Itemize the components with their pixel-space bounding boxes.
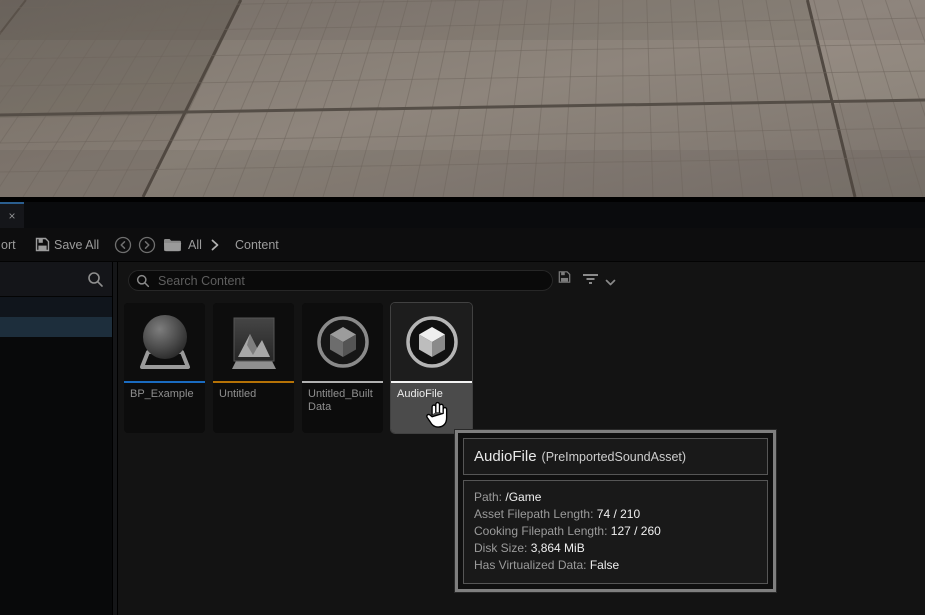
chevron-down-icon[interactable] bbox=[605, 274, 616, 292]
content-browser-tab[interactable]: × bbox=[0, 202, 24, 228]
breadcrumb-all[interactable]: All bbox=[188, 228, 202, 261]
folder-tree-row-selected[interactable] bbox=[0, 317, 112, 337]
search-icon[interactable] bbox=[87, 271, 104, 293]
save-all-icon bbox=[35, 228, 50, 261]
sources-panel-header bbox=[0, 262, 112, 297]
asset-tile-untitled[interactable]: Untitled bbox=[213, 303, 294, 433]
tooltip-row-asset-filepath: Asset Filepath Length: 74 / 210 bbox=[474, 506, 757, 523]
chevron-right-icon bbox=[210, 228, 220, 261]
asset-thumbnail bbox=[302, 303, 383, 381]
asset-thumbnail bbox=[391, 303, 472, 381]
asset-label: Untitled bbox=[213, 383, 294, 433]
folder-icon bbox=[163, 228, 182, 261]
asset-tile-bp-example[interactable]: BP_Example bbox=[124, 303, 205, 433]
search-content-input[interactable] bbox=[156, 273, 545, 289]
level-viewport[interactable] bbox=[0, 0, 925, 197]
tooltip-row-virtualized: Has Virtualized Data: False bbox=[474, 557, 757, 574]
save-all-button[interactable]: Save All bbox=[54, 228, 99, 261]
search-content-bar[interactable] bbox=[128, 270, 553, 291]
content-browser-tab-bar: × bbox=[0, 202, 925, 228]
asset-thumbnail bbox=[124, 303, 205, 381]
asset-tile-built-data[interactable]: Untitled_Built Data bbox=[302, 303, 383, 433]
level-icon bbox=[226, 312, 282, 372]
blueprint-sphere-icon bbox=[136, 311, 194, 373]
folder-tree-row[interactable] bbox=[0, 297, 112, 317]
filter-icon[interactable] bbox=[582, 272, 599, 290]
forward-button[interactable] bbox=[138, 228, 156, 261]
hand-cursor bbox=[423, 398, 453, 435]
data-asset-icon bbox=[315, 314, 371, 370]
breadcrumb-content[interactable]: Content bbox=[235, 228, 279, 261]
tooltip-asset-class: (PreImportedSoundAsset) bbox=[542, 450, 687, 464]
asset-label: BP_Example bbox=[124, 383, 205, 433]
tooltip-asset-name: AudioFile bbox=[474, 448, 537, 465]
tooltip-row-path: Path: /Game bbox=[474, 489, 757, 506]
import-button-clipped[interactable]: ort bbox=[1, 228, 16, 261]
tooltip-row-disk-size: Disk Size: 3,864 MiB bbox=[474, 540, 757, 557]
data-asset-icon bbox=[404, 314, 460, 370]
sources-panel bbox=[0, 262, 112, 615]
tooltip-details: Path: /Game Asset Filepath Length: 74 / … bbox=[463, 480, 768, 584]
tooltip-row-cooking-filepath: Cooking Filepath Length: 127 / 260 bbox=[474, 523, 757, 540]
close-icon[interactable]: × bbox=[8, 210, 15, 222]
tooltip-title: AudioFile (PreImportedSoundAsset) bbox=[463, 438, 768, 475]
asset-thumbnail bbox=[213, 303, 294, 381]
asset-tooltip: AudioFile (PreImportedSoundAsset) Path: /… bbox=[455, 430, 776, 592]
search-icon bbox=[136, 274, 150, 288]
asset-label: Untitled_Built Data bbox=[302, 383, 383, 433]
back-button[interactable] bbox=[114, 228, 132, 261]
save-search-icon[interactable] bbox=[558, 270, 571, 289]
content-browser-toolbar: ort Save All All Content bbox=[0, 228, 925, 262]
viewport-grid bbox=[0, 0, 925, 197]
